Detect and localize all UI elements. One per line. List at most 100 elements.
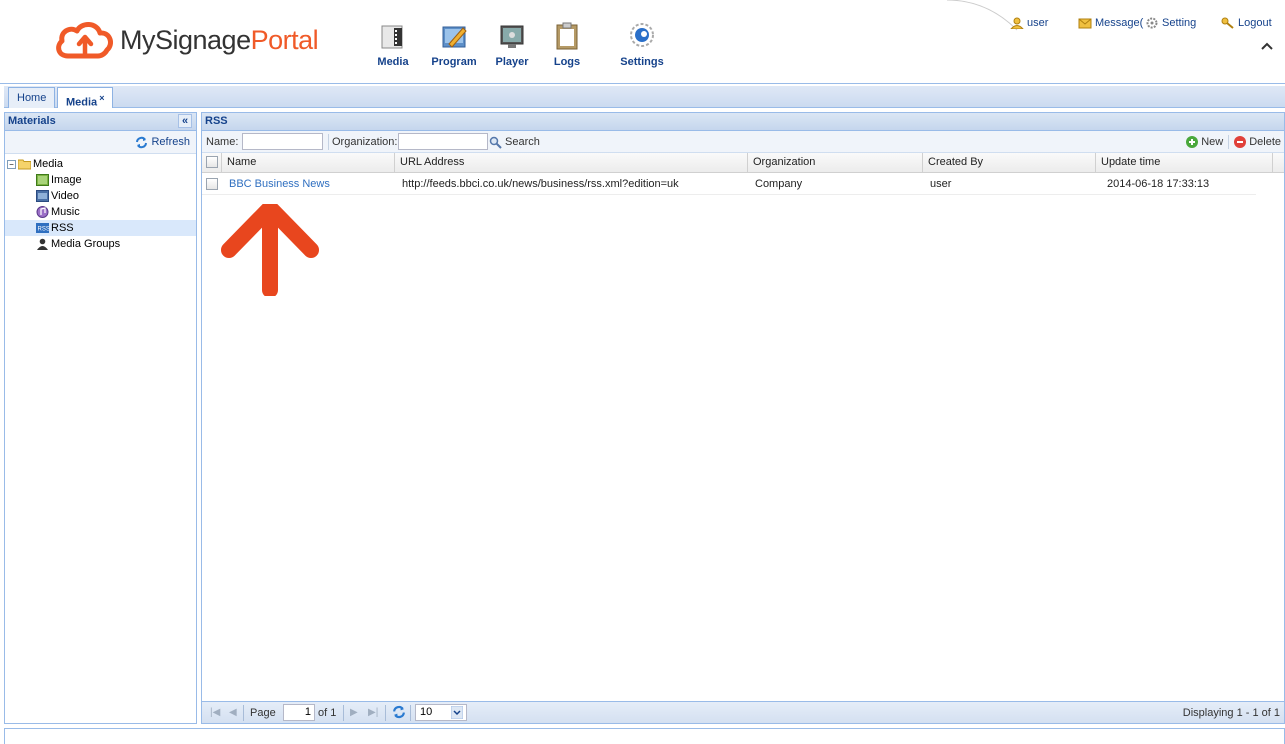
add-icon [1186,136,1199,148]
toolbar-separator [328,134,329,150]
rss-url-cell: http://feeds.bbci.co.uk/news/business/rs… [402,178,679,190]
tree-item-label: Image [51,174,82,186]
select-all-checkbox[interactable] [206,156,218,168]
header-curve-decoration [947,0,1018,31]
annotation-arrow-up-icon [221,204,319,296]
cloud-logo-icon [56,22,113,59]
materials-toolbar: Refresh [5,131,196,154]
rss-update-time-cell: 2014-06-18 17:33:13 [1107,178,1210,190]
page-size-select[interactable]: 10 [415,704,467,721]
tree-item-label: RSS [51,222,74,234]
user-group-icon [37,238,48,250]
collapse-header-button[interactable] [1257,38,1277,56]
logout-link[interactable]: Logout [1221,17,1272,29]
tree-item-media-groups[interactable]: Media Groups [5,236,196,252]
message-link[interactable]: Message( [1078,17,1143,29]
message-label: Message( [1095,17,1144,29]
nav-logs-button[interactable]: Logs [537,22,597,76]
logout-label: Logout [1238,17,1272,29]
music-icon [36,206,49,218]
rss-name-link[interactable]: BBC Business News [224,173,394,195]
column-header-name[interactable]: Name [222,153,395,173]
nav-program-label: Program [431,56,477,68]
settings-globe-icon [630,23,654,47]
pager-refresh-button[interactable] [392,705,406,721]
tree-item-rss[interactable]: RSS RSS [5,220,196,236]
refresh-label: Refresh [151,136,190,148]
svg-text:RSS: RSS [38,227,50,233]
envelope-icon [1078,18,1092,29]
prev-page-icon[interactable]: ◀ [229,705,237,721]
tree-collapse-icon[interactable]: − [7,159,16,169]
next-page-icon[interactable]: ▶ [350,705,358,721]
nav-settings-label: Settings [620,56,664,68]
nav-media-label: Media [377,56,409,68]
rss-grid-header: Name URL Address Organization Created By… [202,153,1284,173]
column-header-created-by[interactable]: Created By [923,153,1096,173]
rss-icon: RSS [36,223,50,233]
image-icon [36,174,49,186]
tree-item-media[interactable]: − Media [5,156,196,172]
materials-panel-header: Materials « [5,113,196,131]
nav-media-button[interactable]: Media [363,22,423,76]
page-size-value: 10 [420,706,433,718]
page-label: Page [250,707,276,719]
displaying-count: Displaying 1 - 1 of 1 [1182,707,1280,719]
table-row[interactable]: BBC Business News http://feeds.bbci.co.u… [202,173,1256,195]
tree-item-image[interactable]: Image [5,172,196,188]
user-link[interactable]: user [1010,17,1048,29]
tab-close-icon[interactable]: × [99,88,104,108]
logo-text-part1: MySignage [120,24,251,55]
pencil-board-icon [442,26,467,48]
monitor-icon [500,25,524,48]
tree-item-video[interactable]: Video [5,188,196,204]
media-tree: − Media Image Video Music RSS RSS Media … [5,154,196,252]
org-filter-label: Organization: [332,136,398,148]
rss-title: RSS [205,115,228,127]
new-button[interactable]: New [1186,133,1223,151]
video-icon [36,190,49,202]
materials-title: Materials [8,115,56,127]
refresh-button[interactable]: Refresh [135,131,190,153]
nav-settings-button[interactable]: Settings [612,22,672,76]
search-button[interactable]: Search [489,133,540,151]
chevron-down-icon[interactable] [451,706,463,719]
page-number-input[interactable]: 1 [283,704,315,721]
last-page-icon[interactable]: ▶| [368,705,378,721]
name-filter-label: Name: [206,136,239,148]
tab-media[interactable]: Media × [57,87,114,109]
logo: MySignagePortal [54,18,319,62]
tree-item-label: Media [33,158,63,170]
row-select-cell [202,173,222,195]
org-filter-input[interactable] [398,133,488,150]
row-checkbox[interactable] [206,178,218,190]
tab-home[interactable]: Home [8,87,56,108]
collapse-left-button[interactable]: « [178,114,192,128]
setting-link[interactable]: Setting [1145,17,1196,29]
clipboard-icon [556,22,578,50]
tree-item-music[interactable]: Music [5,204,196,220]
rss-panel: RSS Name: Organization: Search New Delet… [201,112,1285,724]
pager-separator [385,705,386,721]
tab-media-label: Media [66,96,98,109]
gear-icon [1146,17,1158,29]
chevron-up-icon [1261,42,1273,50]
footer-bar [4,728,1285,744]
column-header-url[interactable]: URL Address [395,153,748,173]
name-filter-input[interactable] [242,133,323,150]
pager-separator [243,705,244,721]
column-header-update-time[interactable]: Update time [1096,153,1273,173]
rss-actions: New Delete [1186,133,1281,151]
nav-player-button[interactable]: Player [482,22,542,76]
first-page-icon[interactable]: |◀ [210,705,220,721]
nav-program-button[interactable]: Program [424,22,484,76]
delete-button[interactable]: Delete [1234,133,1281,151]
nav-player-label: Player [495,56,529,68]
tab-bar: Home Media × [4,86,1285,109]
folder-icon [18,159,31,170]
search-label: Search [505,136,540,148]
refresh-icon [136,136,148,148]
column-header-organization[interactable]: Organization [748,153,923,173]
select-all-cell [202,153,222,173]
rss-created-by-cell: user [930,178,952,190]
